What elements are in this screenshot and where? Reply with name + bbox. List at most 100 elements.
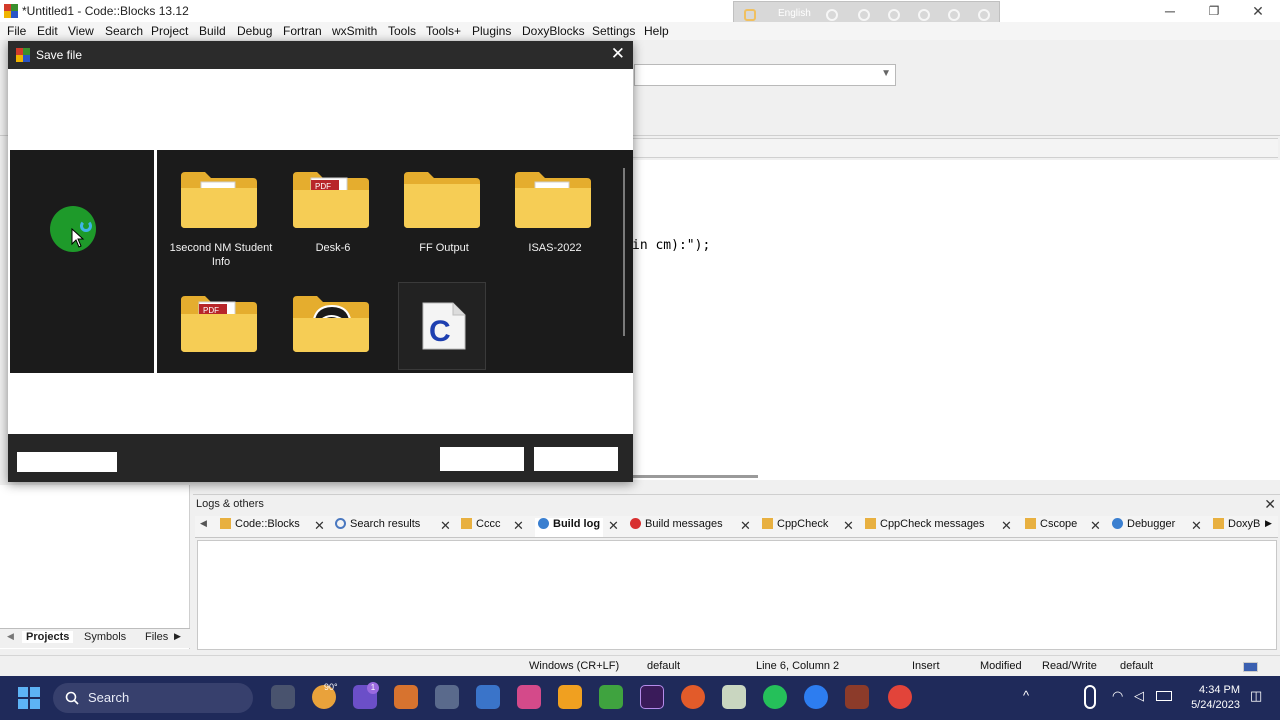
ie-icon[interactable] xyxy=(918,9,930,21)
keyboard-icon[interactable] xyxy=(826,9,838,21)
cancel-button[interactable] xyxy=(534,447,618,471)
code-line[interactable]: in cm):"); xyxy=(632,238,710,253)
minimize-button[interactable]: ─ xyxy=(1148,0,1192,22)
clock-time[interactable]: 4:34 PM xyxy=(1180,684,1240,696)
tab-close-icon[interactable]: ✕ xyxy=(1191,518,1202,534)
tab-close-icon[interactable]: ✕ xyxy=(513,518,524,534)
taskbar-search-box[interactable]: Search xyxy=(53,683,253,713)
recorder-icon[interactable] xyxy=(681,685,705,709)
microphone-icon[interactable] xyxy=(1084,685,1096,709)
tab-symbols[interactable]: Symbols xyxy=(84,631,126,643)
logs-scroll-left-icon[interactable]: ◀ xyxy=(200,518,207,537)
help-icon[interactable] xyxy=(948,9,960,21)
windows-start-icon[interactable] xyxy=(18,687,40,709)
menu-settings[interactable]: Settings xyxy=(592,24,635,38)
navigation-pane[interactable] xyxy=(10,150,154,373)
menu-plugins[interactable]: Plugins xyxy=(472,24,511,38)
logtab-label: Cscope xyxy=(1040,518,1078,530)
logtab-codeblocks[interactable]: Code::Blocks xyxy=(220,518,300,537)
close-button[interactable]: ✕ xyxy=(1236,0,1280,22)
tab-close-icon[interactable]: ✕ xyxy=(843,518,854,534)
menu-fortran[interactable]: Fortran xyxy=(283,24,322,38)
folder-item[interactable]: FF Output xyxy=(388,168,484,255)
menu-tools[interactable]: Tools xyxy=(388,24,416,38)
menu-doxyblocks[interactable]: DoxyBlocks xyxy=(522,24,585,38)
menu-view[interactable]: View xyxy=(68,24,94,38)
logtab-cppcheck-messages[interactable]: CppCheck messages xyxy=(865,518,985,537)
ime-icon[interactable] xyxy=(744,9,756,21)
save-button[interactable] xyxy=(440,447,524,471)
file-item-selected[interactable]: C xyxy=(398,282,486,370)
task-view-icon[interactable] xyxy=(271,685,295,709)
logs-close-icon[interactable]: ✕ xyxy=(1264,496,1276,513)
app-icon[interactable] xyxy=(722,685,746,709)
whatsapp-icon[interactable] xyxy=(763,685,787,709)
tab-close-icon[interactable]: ✕ xyxy=(440,518,451,534)
menu-debug[interactable]: Debug xyxy=(237,24,272,38)
tab-projects[interactable]: Projects xyxy=(22,631,74,643)
language-label[interactable]: English xyxy=(778,8,811,19)
logtab-cccc[interactable]: Cccc xyxy=(461,518,500,537)
chrome-icon[interactable] xyxy=(888,685,912,709)
premiere-icon[interactable] xyxy=(640,685,664,709)
app-icon[interactable] xyxy=(476,685,500,709)
app-icon[interactable] xyxy=(517,685,541,709)
logs-scroll-right-icon[interactable]: ▶ xyxy=(1265,518,1272,537)
camera-icon[interactable] xyxy=(435,685,459,709)
tab-close-icon[interactable]: ✕ xyxy=(740,518,751,534)
tab-files[interactable]: Files xyxy=(145,631,168,643)
logtab-cppcheck[interactable]: CppCheck xyxy=(762,518,828,537)
folder-item[interactable]: PDF Desk-6 xyxy=(277,168,373,255)
chevron-down-icon[interactable]: ▼ xyxy=(881,68,891,79)
folder-item[interactable]: PDF xyxy=(165,292,261,365)
notification-icon[interactable]: ◫ xyxy=(1250,688,1262,704)
pencil-icon xyxy=(220,518,231,529)
logtab-build-log[interactable]: Build log xyxy=(535,518,604,537)
camtasia-icon[interactable] xyxy=(599,685,623,709)
editor-hscroll-thumb[interactable] xyxy=(632,475,758,478)
codeblocks-taskbar-icon[interactable] xyxy=(845,685,869,709)
logtab-doxyblocks[interactable]: DoxyB xyxy=(1213,518,1260,537)
scope-combo[interactable]: ▼ xyxy=(634,64,896,86)
folder-item[interactable] xyxy=(277,292,373,365)
gear-icon[interactable] xyxy=(888,9,900,21)
dialog-close-button[interactable]: ✕ xyxy=(611,44,625,64)
logtab-cscope[interactable]: Cscope xyxy=(1025,518,1077,537)
restore-button[interactable]: ❐ xyxy=(1192,0,1236,22)
menu-help[interactable]: Help xyxy=(644,24,669,38)
pencil-icon xyxy=(1025,518,1036,529)
code-editor[interactable] xyxy=(632,160,1280,480)
file-list-pane[interactable]: 1second NM Student Info PDF Desk-6 FF Ou… xyxy=(157,150,633,373)
folder-item[interactable]: 1second NM Student Info xyxy=(165,168,272,269)
battery-icon[interactable] xyxy=(1156,691,1172,701)
sublime-icon[interactable] xyxy=(558,685,582,709)
app-icon[interactable] xyxy=(394,685,418,709)
tab-close-icon[interactable]: ✕ xyxy=(314,518,325,534)
chevron-up-icon[interactable]: ^ xyxy=(1023,688,1029,703)
tab-scroll-left-icon[interactable]: ◀ xyxy=(7,631,14,642)
speaker-icon[interactable]: ◁ xyxy=(1134,688,1144,704)
menu-file[interactable]: File xyxy=(7,24,26,38)
menu-project[interactable]: Project xyxy=(151,24,188,38)
tab-close-icon[interactable]: ✕ xyxy=(1001,518,1012,534)
build-log-area[interactable] xyxy=(197,540,1277,650)
menu-search[interactable]: Search xyxy=(105,24,143,38)
pen-icon[interactable] xyxy=(858,9,870,21)
logtab-search-results[interactable]: Search results xyxy=(335,518,420,537)
tab-close-icon[interactable]: ✕ xyxy=(1090,518,1101,534)
logtab-build-messages[interactable]: Build messages xyxy=(630,518,723,537)
menu-wxsmith[interactable]: wxSmith xyxy=(332,24,377,38)
power-icon[interactable] xyxy=(978,9,990,21)
clock-date[interactable]: 5/24/2023 xyxy=(1180,699,1240,711)
zoom-icon[interactable] xyxy=(804,685,828,709)
tab-scroll-right-icon[interactable]: ▶ xyxy=(174,631,181,642)
file-list-scrollbar[interactable] xyxy=(623,168,625,336)
tab-close-icon[interactable]: ✕ xyxy=(608,518,619,534)
menu-edit[interactable]: Edit xyxy=(37,24,58,38)
logtab-debugger[interactable]: Debugger xyxy=(1112,518,1175,537)
menu-tools-plus[interactable]: Tools+ xyxy=(426,24,461,38)
wifi-icon[interactable]: ◠ xyxy=(1112,688,1123,704)
folder-item[interactable]: ISAS-2022 xyxy=(499,168,595,255)
filename-field[interactable] xyxy=(17,452,117,472)
menu-build[interactable]: Build xyxy=(199,24,226,38)
